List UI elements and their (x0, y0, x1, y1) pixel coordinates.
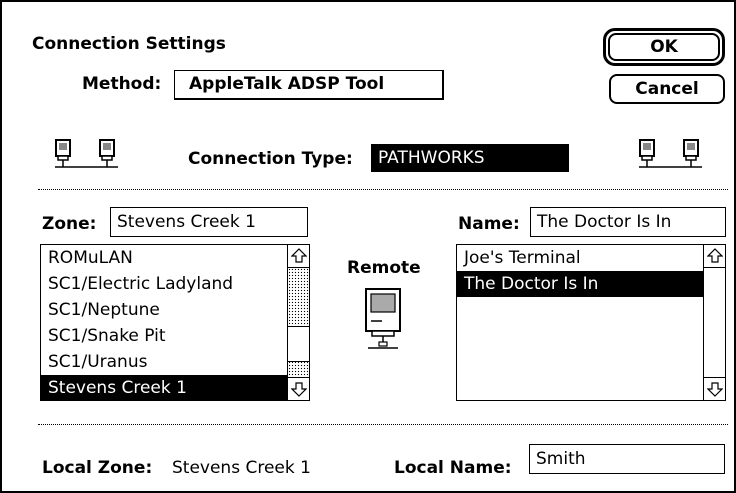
list-item[interactable]: The Doctor Is In (457, 271, 725, 297)
list-item[interactable]: Joe's Terminal (457, 245, 725, 271)
ok-button[interactable]: OK (608, 33, 720, 61)
list-item[interactable]: ROMuLAN (41, 245, 309, 271)
name-scrollbar[interactable] (703, 245, 725, 400)
network-computers-icon (54, 138, 134, 182)
list-item[interactable]: SC1/Electric Ladyland (41, 271, 309, 297)
local-name-label: Local Name: (394, 458, 512, 478)
method-label: Method: (82, 74, 162, 94)
zone-scrollbar[interactable] (287, 245, 309, 400)
zone-label: Zone: (42, 214, 97, 234)
scroll-track[interactable] (704, 267, 725, 378)
name-field[interactable]: The Doctor Is In (530, 207, 726, 237)
local-zone-value: Stevens Creek 1 (172, 458, 311, 478)
zone-list-items: ROMuLAN SC1/Electric Ladyland SC1/Neptun… (41, 245, 309, 400)
separator (38, 189, 728, 190)
cancel-button[interactable]: Cancel (609, 74, 725, 104)
list-item[interactable]: SC1/Snake Pit (41, 323, 309, 349)
scroll-down-arrow-icon[interactable] (704, 378, 725, 400)
connection-settings-dialog: Connection Settings Method: AppleTalk AD… (0, 0, 736, 493)
scroll-up-arrow-icon[interactable] (704, 245, 725, 267)
zone-field[interactable]: Stevens Creek 1 (110, 207, 308, 237)
list-item[interactable]: Stevens Creek 1 (41, 375, 309, 400)
scroll-up-arrow-icon[interactable] (288, 245, 309, 267)
dialog-title: Connection Settings (32, 34, 226, 54)
method-popup[interactable]: AppleTalk ADSP Tool (174, 70, 444, 100)
name-list-items: Joe's Terminal The Doctor Is In (457, 245, 725, 297)
list-item[interactable]: SC1/Uranus (41, 349, 309, 375)
macintosh-computer-icon (362, 287, 406, 357)
scroll-down-arrow-icon[interactable] (288, 378, 309, 400)
zone-list[interactable]: ROMuLAN SC1/Electric Ladyland SC1/Neptun… (40, 244, 310, 401)
local-name-field[interactable]: Smith (529, 444, 725, 474)
scroll-track[interactable] (288, 267, 309, 378)
name-list[interactable]: Joe's Terminal The Doctor Is In (456, 244, 726, 401)
network-computers-icon (638, 138, 718, 182)
scroll-thumb[interactable] (288, 326, 309, 362)
name-label: Name: (458, 214, 520, 234)
connection-type-field[interactable]: PATHWORKS (371, 144, 569, 172)
connection-type-label: Connection Type: (188, 149, 353, 169)
remote-label: Remote (347, 258, 421, 278)
separator (38, 424, 728, 425)
local-zone-label: Local Zone: (42, 458, 153, 478)
list-item[interactable]: SC1/Neptune (41, 297, 309, 323)
